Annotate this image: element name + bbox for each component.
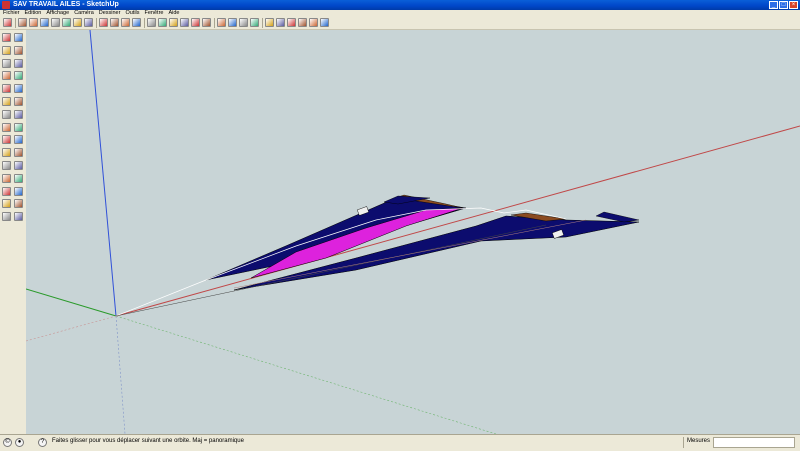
back-view-icon[interactable] [309, 18, 318, 27]
user-icon[interactable]: ● [15, 438, 24, 447]
toolbar-separator [96, 18, 97, 28]
position-camera-icon[interactable] [2, 199, 11, 209]
window-title: SAV TRAVAIL AILES - SketchUp [13, 1, 119, 8]
main-toolbar [0, 17, 800, 30]
rotate-icon[interactable] [2, 97, 11, 106]
tape-measure-icon[interactable] [2, 122, 11, 132]
toolbar-separator [144, 18, 145, 28]
blue-axis-hidden [115, 315, 126, 434]
position-camera-icon[interactable] [217, 18, 226, 27]
polygon-icon[interactable] [2, 71, 11, 81]
move-icon[interactable] [99, 18, 108, 27]
menu-outils[interactable]: Outils [125, 10, 139, 17]
previous-view-icon[interactable] [191, 18, 200, 27]
offset-icon[interactable] [132, 18, 141, 27]
iso-view-icon[interactable] [265, 18, 274, 27]
minimize-icon[interactable]: _ [769, 1, 778, 9]
circle-icon[interactable] [2, 58, 11, 68]
close-icon[interactable]: × [789, 1, 798, 9]
menu-camera[interactable]: Caméra [74, 10, 94, 17]
eraser-icon[interactable] [14, 33, 23, 42]
orbit-icon[interactable] [2, 161, 11, 170]
status-divider [683, 437, 684, 448]
next-view-icon[interactable] [202, 18, 211, 27]
previous-view-icon[interactable] [14, 186, 23, 196]
wing-tip-bottom [595, 211, 640, 223]
red-axis-hidden [26, 315, 117, 342]
scale-icon[interactable] [2, 109, 11, 119]
select-icon[interactable] [2, 33, 11, 42]
text-icon[interactable] [14, 135, 23, 145]
look-around-icon[interactable] [14, 199, 23, 209]
arc-icon[interactable] [14, 58, 23, 68]
select-icon[interactable] [3, 18, 12, 27]
push-pull-icon[interactable] [14, 84, 23, 94]
scene-svg[interactable] [26, 30, 800, 434]
move-icon[interactable] [2, 84, 11, 94]
red-axis [115, 125, 800, 317]
zoom-window-icon[interactable] [14, 173, 23, 183]
blue-axis [89, 30, 117, 317]
pencil-icon[interactable] [14, 45, 23, 55]
tape-measure-icon[interactable] [73, 18, 82, 27]
menu-fichier[interactable]: Fichier [3, 10, 20, 17]
circle-icon[interactable] [40, 18, 49, 27]
walk-icon[interactable] [2, 212, 11, 222]
menu-edition[interactable]: Edition [25, 10, 42, 17]
toolbar-separator [262, 18, 263, 28]
menu-aide[interactable]: Aide [168, 10, 179, 17]
rectangle-icon[interactable] [29, 18, 38, 27]
rotate-icon[interactable] [110, 18, 119, 27]
pencil-icon[interactable] [18, 18, 27, 27]
drawing-viewport[interactable] [26, 30, 800, 434]
zoom-extents-icon[interactable] [180, 18, 189, 27]
menu-dessiner[interactable]: Dessiner [99, 10, 121, 17]
menu-bar: Fichier Edition Affichage Caméra Dessine… [0, 10, 800, 17]
offset-icon[interactable] [14, 109, 23, 119]
tool-palette [0, 30, 27, 434]
dimension-icon[interactable] [14, 122, 23, 132]
help-icon[interactable]: ? [38, 438, 47, 447]
menu-fenetre[interactable]: Fenêtre [145, 10, 164, 17]
3d-text-icon[interactable] [14, 148, 23, 158]
pan-icon[interactable] [158, 18, 167, 27]
green-axis [26, 288, 117, 317]
section-plane-icon[interactable] [250, 18, 259, 27]
paint-bucket-icon[interactable] [62, 18, 71, 27]
green-axis-hidden [115, 315, 497, 434]
follow-me-icon[interactable] [121, 18, 130, 27]
protractor-icon[interactable] [2, 135, 11, 145]
look-around-icon[interactable] [239, 18, 248, 27]
freehand-icon[interactable] [14, 71, 23, 81]
zoom-icon[interactable] [169, 18, 178, 27]
menu-affichage[interactable]: Affichage [46, 10, 69, 17]
status-hint: Faites glisser pour vous déplacer suivan… [52, 438, 244, 444]
walk-icon[interactable] [228, 18, 237, 27]
axes-icon[interactable] [2, 148, 11, 158]
measurements-label: Mesures [687, 438, 711, 444]
front-view-icon[interactable] [287, 18, 296, 27]
toolbar-separator [15, 18, 16, 28]
window-controls: _ □ × [769, 1, 798, 9]
right-view-icon[interactable] [298, 18, 307, 27]
section-plane-icon[interactable] [14, 212, 23, 222]
maximize-icon[interactable]: □ [779, 1, 788, 9]
status-bar: © ● ? Faites glisser pour vous déplacer … [0, 434, 800, 451]
top-view-icon[interactable] [276, 18, 285, 27]
zoom-extents-icon[interactable] [2, 186, 11, 196]
measurements-field[interactable] [713, 437, 795, 448]
push-pull-icon[interactable] [84, 18, 93, 27]
zoom-icon[interactable] [2, 173, 11, 183]
orbit-icon[interactable] [147, 18, 156, 27]
follow-me-icon[interactable] [14, 97, 23, 106]
left-view-icon[interactable] [320, 18, 329, 27]
title-bar: SAV TRAVAIL AILES - SketchUp _ □ × [0, 0, 800, 10]
toolbar-separator [214, 18, 215, 28]
sketchup-app-icon [2, 1, 10, 9]
pan-icon[interactable] [14, 161, 23, 170]
credits-icon[interactable]: © [3, 438, 12, 447]
eraser-icon[interactable] [51, 18, 60, 27]
rectangle-icon[interactable] [2, 45, 11, 55]
